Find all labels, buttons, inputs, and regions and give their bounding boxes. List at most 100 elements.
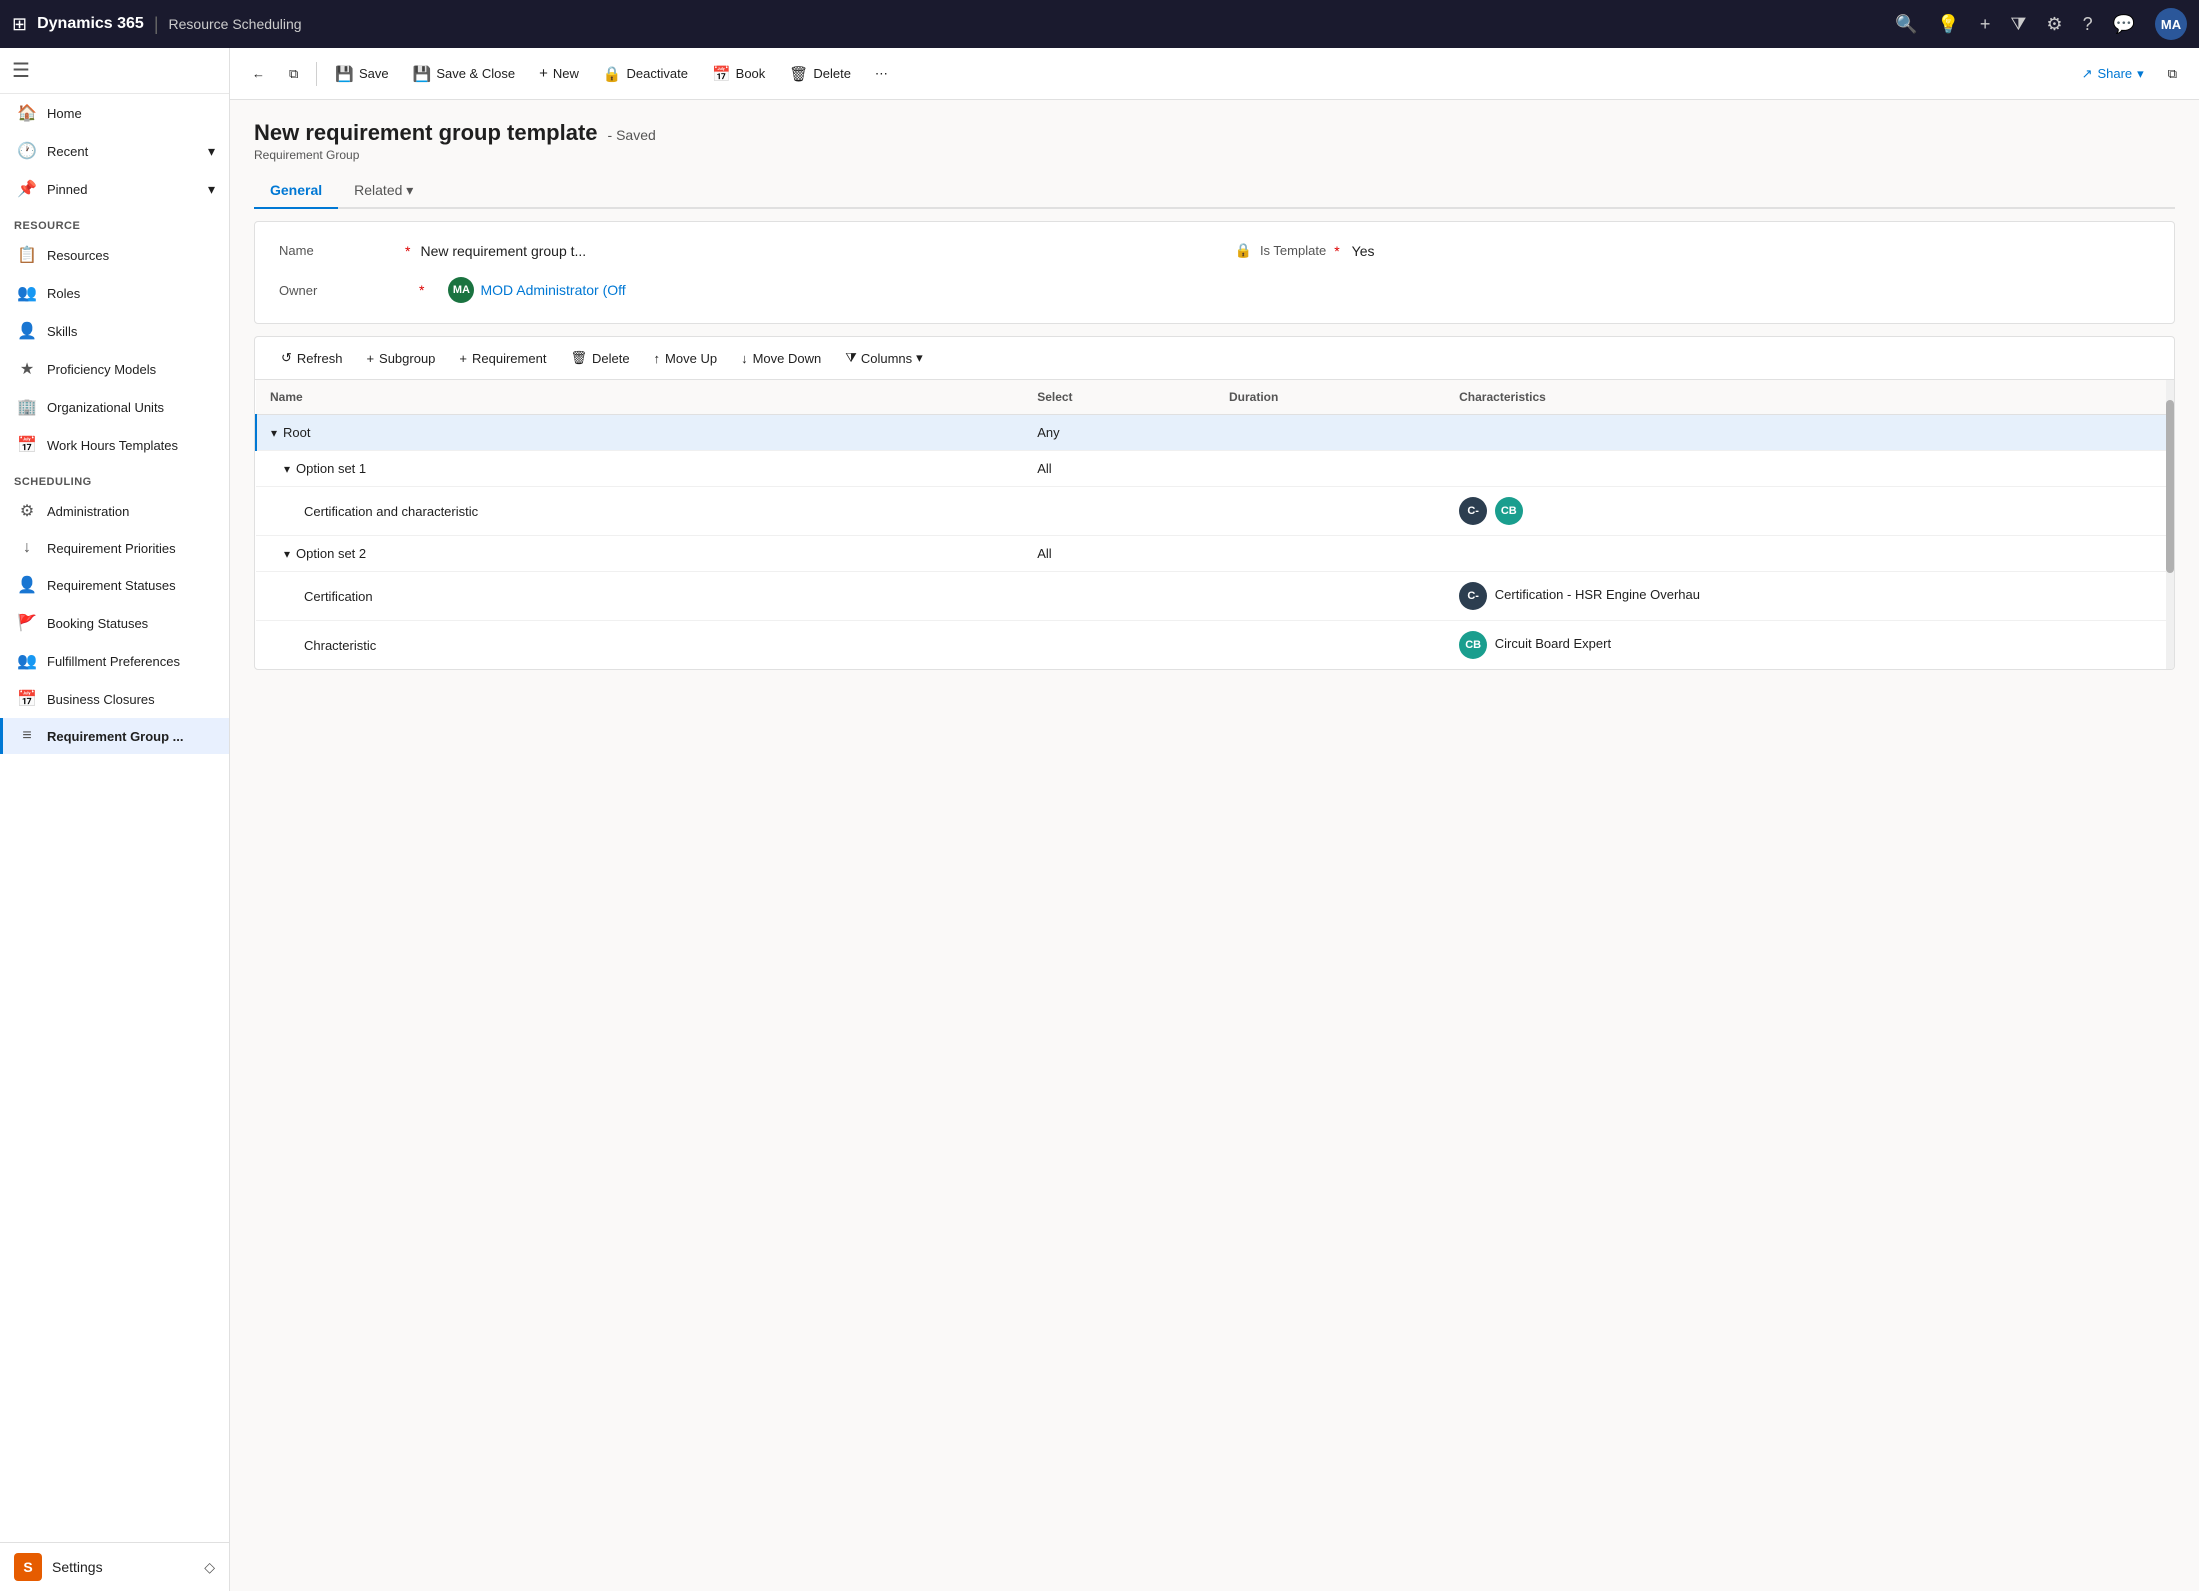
characteristic-badge: C- bbox=[1459, 582, 1487, 610]
table-row[interactable]: Certification C- Certification - HSR Eng… bbox=[256, 572, 2174, 621]
fulfillment-icon: 👥 bbox=[17, 651, 37, 671]
grid-scroll[interactable]: Name Select Duration Characteristics ▾Ro… bbox=[255, 380, 2174, 669]
share-button[interactable]: ↗ Share ▾ bbox=[2072, 60, 2154, 88]
row-characteristics bbox=[1445, 415, 2174, 451]
sidebar-item-organizational-units[interactable]: 🏢 Organizational Units bbox=[0, 388, 229, 426]
sidebar-settings[interactable]: S Settings ◇ bbox=[0, 1542, 229, 1591]
sidebar-item-fulfillment-preferences[interactable]: 👥 Fulfillment Preferences bbox=[0, 642, 229, 680]
search-icon[interactable]: 🔍 bbox=[1895, 14, 1917, 35]
table-row[interactable]: ▾Option set 1 All bbox=[256, 451, 2174, 487]
waffle-icon[interactable]: ⊞ bbox=[12, 14, 27, 35]
grid-delete-label: Delete bbox=[592, 351, 630, 366]
requirement-button[interactable]: + Requirement bbox=[449, 346, 556, 371]
tab-related[interactable]: Related ▾ bbox=[338, 174, 429, 209]
settings-label: Settings bbox=[52, 1559, 103, 1575]
grid-delete-button[interactable]: 🗑 Delete bbox=[560, 345, 639, 371]
back-button[interactable]: ← bbox=[242, 60, 275, 87]
chevron-down-icon: ▾ bbox=[208, 143, 215, 160]
form-tabs: General Related ▾ bbox=[254, 174, 2175, 209]
sidebar-item-pinned[interactable]: 📌 Pinned ▾ bbox=[0, 170, 229, 208]
new-icon: + bbox=[539, 65, 548, 82]
sidebar-item-label: Fulfillment Preferences bbox=[47, 654, 180, 669]
columns-dropdown-icon: ▾ bbox=[916, 350, 923, 366]
chevron-down-icon: ▾ bbox=[208, 181, 215, 198]
cmd-right: ↗ Share ▾ ⧉ bbox=[2072, 60, 2187, 88]
sidebar-item-label: Organizational Units bbox=[47, 400, 164, 415]
lightbulb-icon[interactable]: 💡 bbox=[1937, 14, 1959, 35]
sidebar-item-roles[interactable]: 👥 Roles bbox=[0, 274, 229, 312]
name-field-row: Name * New requirement group t... 🔒 Is T… bbox=[279, 242, 2150, 259]
sidebar-item-administration[interactable]: ⚙ Administration bbox=[0, 492, 229, 530]
columns-button[interactable]: ⧩ Columns ▾ bbox=[835, 345, 932, 371]
help-icon[interactable]: ? bbox=[2083, 14, 2093, 35]
lock-icon: 🔒 bbox=[1235, 242, 1252, 259]
row-name: Certification bbox=[256, 572, 1023, 621]
sidebar-item-proficiency-models[interactable]: ★ Proficiency Models bbox=[0, 350, 229, 388]
nav-logo: ⊞ Dynamics 365 | Resource Scheduling bbox=[12, 14, 302, 35]
sidebar-item-recent[interactable]: 🕐 Recent ▾ bbox=[0, 132, 229, 170]
sidebar-item-home[interactable]: 🏠 Home bbox=[0, 94, 229, 132]
new-button[interactable]: + New bbox=[529, 59, 589, 88]
save-label: Save bbox=[359, 66, 389, 81]
sidebar-item-work-hours-templates[interactable]: 📅 Work Hours Templates bbox=[0, 426, 229, 464]
skills-icon: 👤 bbox=[17, 321, 37, 341]
back-icon: ← bbox=[252, 66, 265, 81]
priority-icon: ↓ bbox=[17, 539, 37, 557]
grid-toolbar: ↺ Refresh + Subgroup + Requirement 🗑 Del… bbox=[254, 336, 2175, 379]
is-template-value: Yes bbox=[1352, 243, 1375, 259]
save-button[interactable]: 💾 Save bbox=[325, 59, 398, 89]
sidebar-item-requirement-priorities[interactable]: ↓ Requirement Priorities bbox=[0, 530, 229, 566]
sidebar-item-skills[interactable]: 👤 Skills bbox=[0, 312, 229, 350]
filter-icon[interactable]: ⧩ bbox=[2010, 14, 2026, 35]
page-title: New requirement group template bbox=[254, 120, 598, 146]
undock-button[interactable]: ⧉ bbox=[279, 60, 308, 88]
sidebar-item-requirement-statuses[interactable]: 👤 Requirement Statuses bbox=[0, 566, 229, 604]
row-duration bbox=[1215, 415, 1445, 451]
share-label: Share bbox=[2097, 66, 2132, 81]
table-row[interactable]: Chracteristic CB Circuit Board Expert bbox=[256, 621, 2174, 670]
subgroup-button[interactable]: + Subgroup bbox=[356, 346, 445, 371]
chevron-down-icon: ▾ bbox=[284, 547, 290, 561]
user-avatar[interactable]: MA bbox=[2155, 8, 2187, 40]
screen-icon: ⧉ bbox=[2168, 66, 2177, 82]
table-row[interactable]: ▾Root Any bbox=[256, 415, 2174, 451]
sidebar-item-label: Home bbox=[47, 106, 82, 121]
book-button[interactable]: 📅 Book bbox=[702, 59, 775, 89]
save-close-label: Save & Close bbox=[436, 66, 515, 81]
more-button[interactable]: ⋯ bbox=[865, 60, 898, 88]
is-template-required: * bbox=[1334, 243, 1339, 259]
columns-label: Columns bbox=[861, 351, 912, 366]
table-row[interactable]: ▾Option set 2 All bbox=[256, 536, 2174, 572]
row-characteristics: CB Circuit Board Expert bbox=[1445, 621, 2174, 670]
sidebar-item-business-closures[interactable]: 📅 Business Closures bbox=[0, 680, 229, 718]
refresh-button[interactable]: ↺ Refresh bbox=[271, 345, 352, 371]
scrollbar-thumb[interactable] bbox=[2166, 400, 2174, 573]
move-down-button[interactable]: ↓ Move Down bbox=[731, 346, 831, 371]
owner-value[interactable]: MOD Administrator (Off bbox=[480, 282, 625, 298]
chevron-down-icon: ▾ bbox=[271, 426, 277, 440]
sidebar-item-label: Administration bbox=[47, 504, 129, 519]
move-up-button[interactable]: ↑ Move Up bbox=[644, 346, 728, 371]
calendar-icon: 📅 bbox=[17, 435, 37, 455]
add-icon[interactable]: + bbox=[1980, 14, 1991, 35]
deactivate-button[interactable]: 🔒 Deactivate bbox=[593, 59, 698, 89]
sidebar-item-requirement-group[interactable]: ≡ Requirement Group ... bbox=[0, 718, 229, 754]
row-select bbox=[1023, 487, 1215, 536]
save-close-button[interactable]: 💾 Save & Close bbox=[403, 59, 525, 89]
name-value[interactable]: New requirement group t... bbox=[420, 243, 586, 259]
delete-button[interactable]: 🗑 Delete bbox=[779, 59, 861, 89]
settings-icon[interactable]: ⚙ bbox=[2046, 14, 2062, 35]
sidebar-item-resources[interactable]: 📋 Resources bbox=[0, 236, 229, 274]
refresh-icon: ↺ bbox=[281, 350, 292, 366]
table-row[interactable]: Certification and characteristic C- CB bbox=[256, 487, 2174, 536]
tab-general[interactable]: General bbox=[254, 174, 338, 209]
brand-name: Dynamics 365 bbox=[37, 15, 144, 33]
grid-table: Name Select Duration Characteristics ▾Ro… bbox=[255, 380, 2174, 669]
row-characteristics bbox=[1445, 536, 2174, 572]
hamburger-icon[interactable]: ☰ bbox=[12, 58, 30, 83]
page-subtitle: Requirement Group bbox=[254, 148, 2175, 162]
chat-icon[interactable]: 💬 bbox=[2113, 14, 2135, 35]
sidebar-item-booking-statuses[interactable]: 🚩 Booking Statuses bbox=[0, 604, 229, 642]
roles-icon: 👥 bbox=[17, 283, 37, 303]
screen-button[interactable]: ⧉ bbox=[2158, 60, 2187, 88]
